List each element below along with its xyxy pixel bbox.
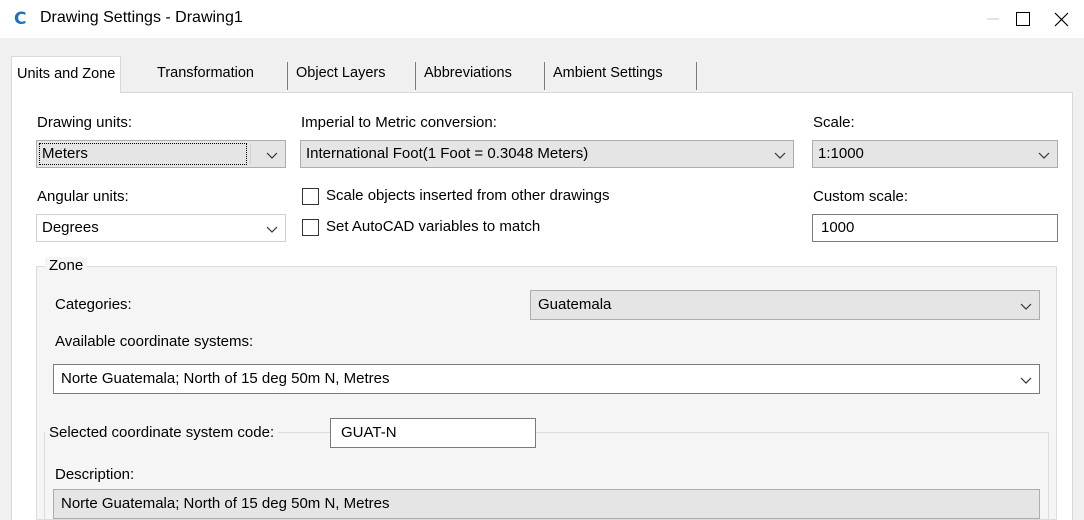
scale-value: 1:1000	[818, 145, 864, 162]
tab-abbreviations[interactable]: Abbreviations	[419, 58, 517, 90]
scale-objects-label: Scale objects inserted from other drawin…	[326, 187, 610, 204]
drawing-units-value: Meters	[42, 145, 88, 162]
drawing-units-label: Drawing units:	[37, 114, 133, 131]
description-label: Description:	[55, 466, 135, 483]
close-icon	[1054, 12, 1068, 26]
chevron-down-icon	[1038, 152, 1050, 159]
angular-units-label: Angular units:	[37, 188, 129, 205]
available-systems-value: Norte Guatemala; North of 15 deg 50m N, …	[61, 370, 390, 387]
set-autocad-checkbox[interactable]	[302, 219, 319, 236]
app-logo-icon: C	[14, 9, 27, 29]
conversion-value: International Foot(1 Foot = 0.3048 Meter…	[306, 145, 589, 162]
tab-ambient-settings[interactable]: Ambient Settings	[548, 58, 668, 90]
zone-group-label: Zone	[45, 257, 88, 274]
selected-code-value: GUAT-N	[341, 424, 397, 441]
categories-value: Guatemala	[538, 296, 612, 313]
chevron-down-icon	[1020, 377, 1032, 384]
chevron-down-icon	[266, 152, 278, 159]
tab-separator	[415, 62, 416, 90]
scale-objects-checkbox[interactable]	[302, 188, 319, 205]
chevron-down-icon	[774, 152, 786, 159]
description-field: Norte Guatemala; North of 15 deg 50m N, …	[53, 489, 1040, 519]
categories-dropdown[interactable]: Guatemala	[530, 290, 1040, 320]
tab-transformation[interactable]: Transformation	[152, 58, 259, 90]
close-button[interactable]	[1038, 0, 1084, 38]
selected-code-input[interactable]: GUAT-N	[330, 418, 536, 448]
selected-code-label: Selected coordinate system code:	[45, 424, 279, 441]
angular-units-dropdown[interactable]: Degrees	[36, 214, 286, 242]
chevron-down-icon	[1020, 303, 1032, 310]
custom-scale-input[interactable]: 1000	[812, 214, 1058, 242]
maximize-icon	[1016, 12, 1030, 26]
drawing-units-dropdown[interactable]: Meters	[36, 140, 286, 168]
tab-separator	[544, 62, 545, 90]
set-autocad-label: Set AutoCAD variables to match	[326, 218, 541, 235]
conversion-dropdown[interactable]: International Foot(1 Foot = 0.3048 Meter…	[300, 140, 794, 168]
scale-label: Scale:	[813, 114, 855, 131]
custom-scale-label: Custom scale:	[813, 188, 909, 205]
scale-dropdown[interactable]: 1:1000	[812, 140, 1058, 168]
tab-separator	[287, 62, 288, 90]
description-value: Norte Guatemala; North of 15 deg 50m N, …	[61, 495, 390, 512]
tab-object-layers[interactable]: Object Layers	[291, 58, 390, 90]
angular-units-value: Degrees	[42, 219, 99, 236]
tab-separator	[696, 62, 697, 90]
minimize-icon	[987, 18, 999, 20]
available-systems-label: Available coordinate systems:	[55, 333, 254, 350]
dropdown-divider	[250, 144, 251, 164]
window-title: Drawing Settings - Drawing1	[40, 9, 243, 26]
available-systems-dropdown[interactable]: Norte Guatemala; North of 15 deg 50m N, …	[53, 364, 1040, 394]
conversion-label: Imperial to Metric conversion:	[301, 114, 497, 131]
chevron-down-icon	[266, 226, 278, 233]
tab-units-and-zone[interactable]: Units and Zone	[11, 56, 122, 93]
custom-scale-value: 1000	[821, 219, 855, 236]
categories-label: Categories:	[55, 296, 132, 313]
